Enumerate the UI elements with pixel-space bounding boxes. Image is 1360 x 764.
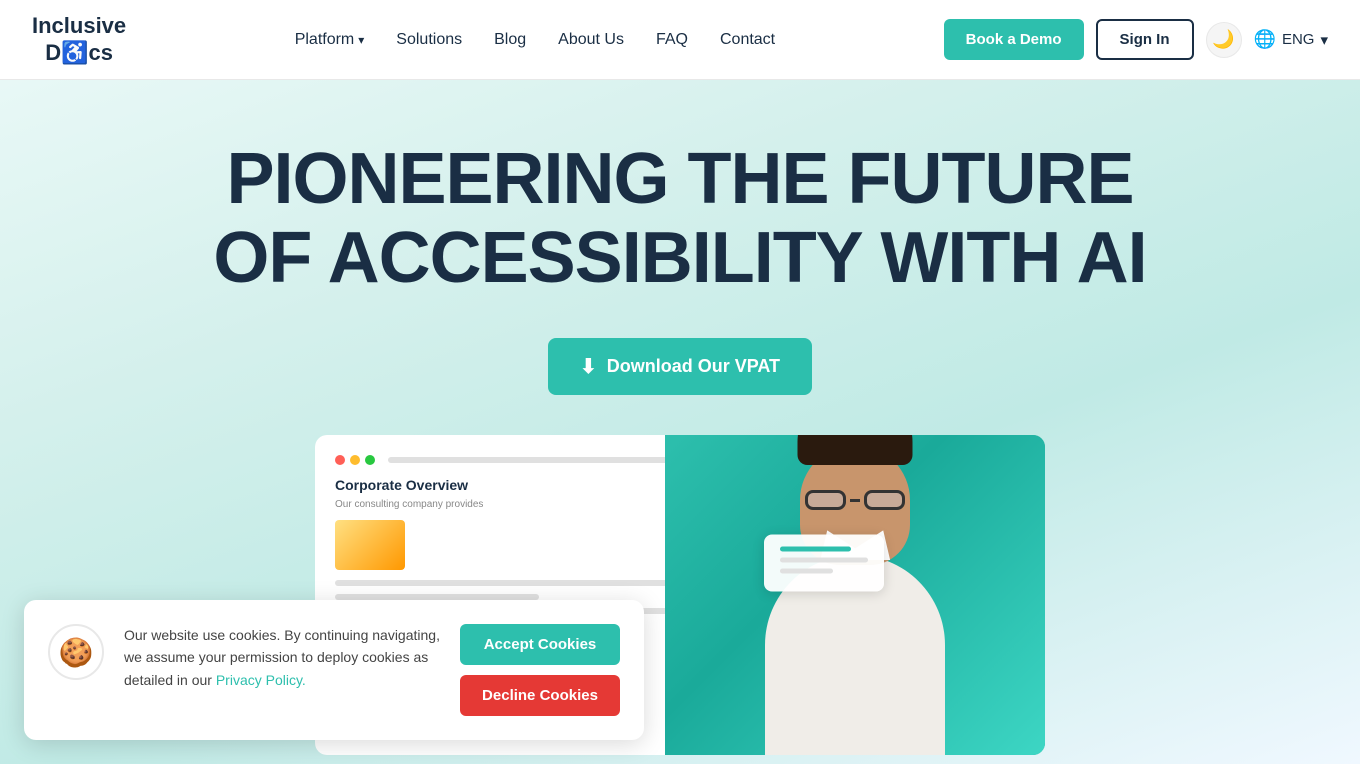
dark-mode-toggle[interactable]: 🌙 — [1206, 22, 1242, 58]
window-dots — [335, 455, 675, 465]
cookie-banner: 🍪 Our website use cookies. By continuing… — [24, 600, 644, 740]
download-icon: ⬇ — [580, 354, 597, 379]
overlay-line-3 — [780, 569, 833, 574]
cookie-icon-wrap: 🍪 — [48, 624, 104, 680]
nav-item-solutions[interactable]: Solutions — [396, 31, 462, 49]
decline-cookies-button[interactable]: Decline Cookies — [460, 675, 620, 716]
overlay-line-1 — [780, 547, 850, 552]
globe-icon: 🌐 — [1254, 29, 1276, 50]
navbar: Inclusive D♿cs Platform ▾ Solutions Blog… — [0, 0, 1360, 80]
overlay-info-card — [764, 535, 884, 592]
nav-item-contact[interactable]: Contact — [720, 31, 775, 49]
cookie-content: Our website use cookies. By continuing n… — [124, 624, 440, 707]
doc-line-1 — [335, 580, 675, 586]
nav-item-platform[interactable]: Platform ▾ — [295, 31, 365, 49]
cookie-buttons: Accept Cookies Decline Cookies — [460, 624, 620, 716]
nav-item-faq[interactable]: FAQ — [656, 31, 688, 49]
doc-card-image — [335, 520, 405, 570]
logo-text-line1: Inclusive — [32, 13, 126, 39]
download-vpat-button[interactable]: ⬇ Download Our VPAT — [548, 338, 812, 395]
dot-red — [335, 455, 345, 465]
nav-actions: Book a Demo Sign In 🌙 🌐 ENG ▾ — [944, 19, 1328, 60]
moon-icon: 🌙 — [1212, 29, 1234, 50]
hero-person-bg — [665, 435, 1045, 755]
accept-cookies-button[interactable]: Accept Cookies — [460, 624, 620, 665]
doc-card-subtitle: Our consulting company provides — [335, 499, 675, 510]
chevron-down-icon: ▾ — [358, 33, 364, 47]
nav-item-about[interactable]: About Us — [558, 31, 624, 49]
privacy-policy-link[interactable]: Privacy Policy. — [216, 672, 306, 688]
cookie-icon: 🍪 — [59, 636, 94, 669]
hero-title: PIONEERING THE FUTURE OF ACCESSIBILITY W… — [180, 140, 1180, 298]
logo-text-line2: D♿cs — [32, 40, 126, 66]
lang-chevron-icon: ▾ — [1320, 31, 1328, 49]
language-selector[interactable]: 🌐 ENG ▾ — [1254, 29, 1328, 50]
nav-item-blog[interactable]: Blog — [494, 31, 526, 49]
doc-card-title: Corporate Overview — [335, 477, 675, 493]
logo[interactable]: Inclusive D♿cs — [32, 13, 126, 66]
nav-links: Platform ▾ Solutions Blog About Us FAQ C… — [295, 31, 775, 49]
cookie-text: Our website use cookies. By continuing n… — [124, 624, 440, 691]
dot-yellow — [350, 455, 360, 465]
title-bar-line — [388, 457, 675, 463]
overlay-line-2 — [780, 558, 868, 563]
dot-green — [365, 455, 375, 465]
book-demo-button[interactable]: Book a Demo — [944, 19, 1084, 60]
sign-in-button[interactable]: Sign In — [1096, 19, 1194, 60]
